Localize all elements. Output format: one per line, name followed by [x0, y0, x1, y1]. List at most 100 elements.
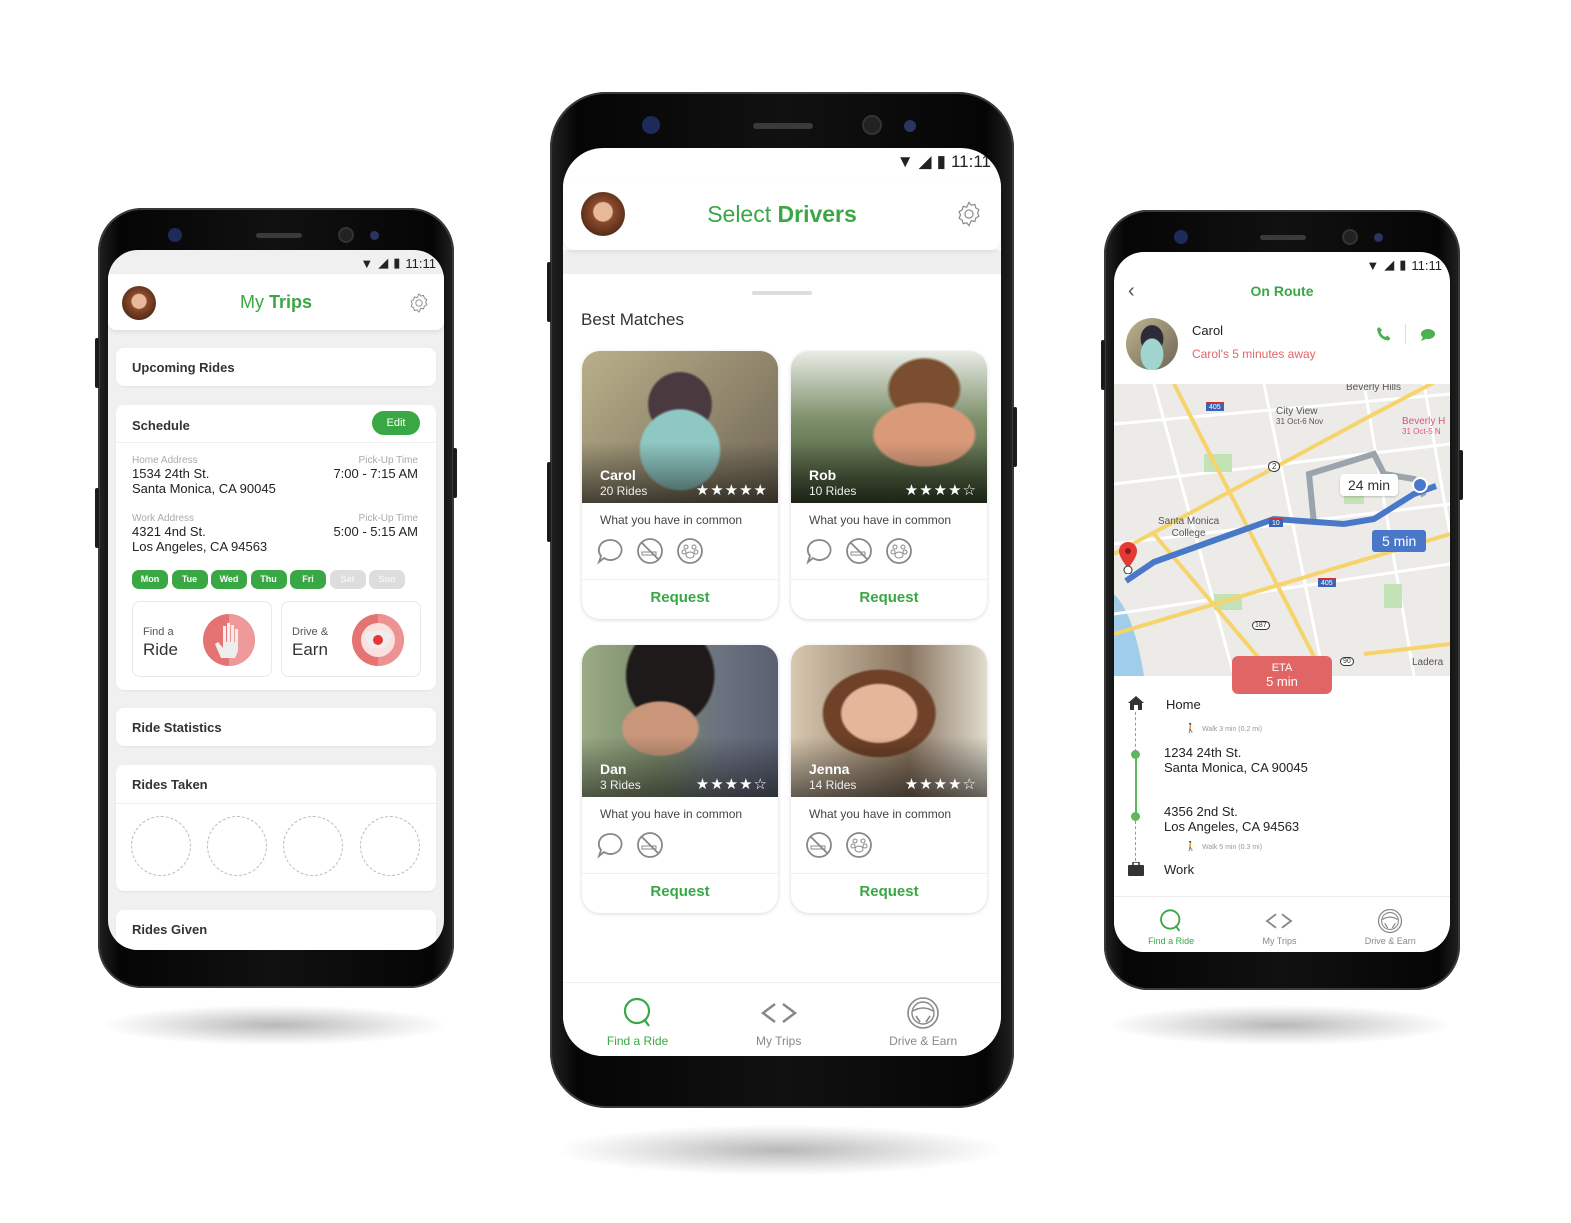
phone-shadow-left [105, 1005, 445, 1045]
dropoff-address: 4356 2nd St. Los Angeles, CA 94563 [1164, 804, 1300, 834]
find-a-ride-button[interactable]: Find a Ride [132, 601, 272, 677]
star-rating: ★★★★☆ [904, 482, 977, 499]
eta-badge: ETA 5 min [1232, 656, 1332, 694]
drive-and-earn-button[interactable]: Drive & Earn [281, 601, 421, 677]
hwy-405-shield: 405 [1318, 578, 1336, 587]
clock: 11:11 [950, 152, 991, 171]
driver-card-rob: Rob 10 Rides ★★★★☆ What you have in comm… [791, 351, 987, 619]
ride-statistics-card[interactable]: Ride Statistics [116, 708, 436, 746]
driver-name: Carol [1192, 323, 1224, 338]
driver-card-jenna: Jenna 14 Rides ★★★★☆ What you have in co… [791, 645, 987, 913]
edit-button[interactable]: Edit [372, 411, 420, 435]
my-trips-screen: ▼ ◢ ▮ 11:11 My Trips Upcoming Rides Sche… [108, 250, 444, 950]
search-icon [623, 997, 650, 1027]
nav-my-trips[interactable]: My Trips [756, 996, 801, 1048]
select-drivers-screen: ▼ ◢ ▮ 11:11 Select Drivers Best Matches … [563, 148, 1001, 1056]
no-pets-icon [886, 538, 912, 564]
phone-shadow-right [1110, 1005, 1450, 1045]
signal-icon: ◢ [918, 152, 932, 171]
driver-eta-status: Carol's 5 minutes away [1192, 347, 1316, 361]
gear-icon[interactable] [955, 200, 983, 228]
message-icon[interactable] [1420, 328, 1436, 342]
header-spacer [563, 250, 1001, 274]
no-pets-icon [677, 538, 703, 564]
nav-drive-and-earn[interactable]: Drive & Earn [1365, 908, 1416, 946]
star-rating: ★★★★☆ [904, 776, 977, 793]
map-label-santa-monica-college: Santa Monica College [1158, 516, 1220, 539]
app-bar: Select Drivers [563, 178, 1001, 250]
page-title: On Route [1250, 283, 1314, 299]
on-route-screen: ▼ ◢ ▮ 11:11 ‹ On Route Carol Carol's 5 m… [1114, 252, 1450, 952]
route-map[interactable]: Beverly Hills City View 31 Oct-6 Nov Bev… [1114, 384, 1450, 676]
walk-icon: 🚶 [1185, 723, 1197, 733]
sheet-drag-handle[interactable] [752, 291, 812, 295]
request-button[interactable]: Request [582, 589, 778, 606]
rides-taken-card: Rides Taken [116, 765, 436, 891]
work-address: Work Address 4321 4nd St. Los Angeles, C… [132, 513, 268, 554]
day-wed[interactable]: Wed [211, 570, 247, 589]
work-pickup-time: Pick-Up Time 5:00 - 5:15 AM [333, 513, 418, 539]
schedule-card: Schedule Edit Home Address 1534 24th St.… [116, 405, 436, 690]
map-label-ladera: Ladera [1412, 657, 1444, 668]
driver-card-carol: Carol 20 Rides ★★★★★ What you have in co… [582, 351, 778, 619]
wifi-icon: ▼ [1366, 257, 1380, 273]
car-location-icon [1412, 477, 1428, 493]
star-rating: ★★★★★ [695, 482, 768, 499]
day-selector: Mon Tue Wed Thu Fri Sat Sun [132, 569, 409, 589]
no-smoking-icon [806, 832, 832, 858]
bottom-nav: Find a Ride My Trips Drive & Earn [563, 982, 1001, 1056]
nav-drive-and-earn[interactable]: Drive & Earn [889, 996, 957, 1048]
iris-sensor [1374, 233, 1383, 242]
steering-wheel-icon [352, 614, 404, 666]
day-fri[interactable]: Fri [290, 570, 326, 589]
no-smoking-icon [637, 538, 663, 564]
front-camera [338, 227, 354, 243]
day-mon[interactable]: Mon [132, 570, 168, 589]
rides-taken-placeholder [207, 816, 267, 876]
iris-sensor [370, 231, 379, 240]
day-sun[interactable]: Sun [369, 570, 405, 589]
speaker [256, 233, 302, 238]
phone-shadow-center [560, 1125, 1000, 1175]
hand-icon [203, 614, 255, 666]
request-button[interactable]: Request [582, 883, 778, 900]
alt-route-time-label[interactable]: 24 min [1340, 474, 1399, 496]
signal-icon: ◢ [378, 255, 389, 270]
no-smoking-icon [637, 832, 663, 858]
status-bar: ▼ ◢ ▮ 11:11 [897, 152, 991, 172]
upcoming-rides-card[interactable]: Upcoming Rides [116, 348, 436, 386]
front-sensor [168, 228, 182, 242]
day-thu[interactable]: Thu [250, 570, 287, 589]
nav-my-trips[interactable]: My Trips [1262, 908, 1296, 946]
day-tue[interactable]: Tue [171, 570, 208, 589]
day-sat[interactable]: Sat [329, 570, 366, 589]
clock: 11:11 [1411, 257, 1442, 273]
phone-icon[interactable] [1376, 326, 1392, 342]
home-address: Home Address 1534 24th St. Santa Monica,… [132, 455, 276, 496]
nav-find-a-ride[interactable]: Find a Ride [1148, 908, 1194, 946]
user-avatar[interactable] [122, 286, 156, 320]
bottom-nav: Find a Ride My Trips Drive & Earn [1114, 896, 1450, 952]
no-pets-icon [846, 832, 872, 858]
wifi-icon: ▼ [360, 255, 374, 271]
rides-given-card[interactable]: Rides Given [116, 910, 436, 950]
hwy-90-shield: 90 [1340, 657, 1354, 666]
chat-icon [597, 833, 623, 859]
steering-wheel-icon [907, 997, 939, 1029]
user-avatar[interactable] [581, 192, 625, 236]
nav-find-a-ride[interactable]: Find a Ride [607, 996, 668, 1048]
app-bar: My Trips [108, 274, 444, 330]
request-button[interactable]: Request [791, 883, 987, 900]
pickup-pin-icon [1119, 542, 1137, 574]
chat-icon [806, 539, 832, 565]
rides-taken-placeholder [360, 816, 420, 876]
trips-icon [1265, 913, 1294, 929]
trips-icon [760, 1003, 797, 1023]
gear-icon[interactable] [408, 292, 430, 314]
request-button[interactable]: Request [791, 589, 987, 606]
status-bar: ▼ ◢ ▮ 11:11 [360, 255, 436, 271]
route-time-label[interactable]: 5 min [1372, 530, 1427, 552]
driver-avatar[interactable] [1126, 318, 1178, 370]
driver-card-dan: Dan 3 Rides ★★★★☆ What you have in commo… [582, 645, 778, 913]
walk-icon: 🚶 [1185, 841, 1197, 851]
